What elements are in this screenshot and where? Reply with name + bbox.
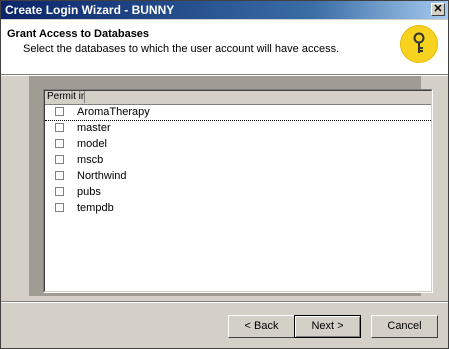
next-button[interactable]: Next >	[294, 315, 361, 338]
database-list[interactable]: Permit in database AromaTherapy master m…	[43, 89, 433, 293]
list-item[interactable]: pubs	[45, 185, 431, 200]
permit-checkbox[interactable]	[55, 155, 64, 164]
permit-checkbox[interactable]	[55, 123, 64, 132]
wizard-window: Create Login Wizard - BUNNY ✕ Grant Acce…	[0, 0, 449, 349]
permit-checkbox[interactable]	[55, 139, 64, 148]
permit-checkbox[interactable]	[55, 187, 64, 196]
list-column-header: Permit in database	[45, 91, 431, 105]
database-name: Northwind	[77, 170, 127, 182]
list-item[interactable]: master	[45, 121, 431, 136]
page-subtitle: Select the databases to which the user a…	[23, 43, 340, 55]
list-item[interactable]: mscb	[45, 153, 431, 168]
database-name: model	[77, 138, 107, 150]
page-title: Grant Access to Databases	[7, 28, 150, 40]
cancel-button[interactable]: Cancel	[371, 315, 438, 338]
close-button[interactable]: ✕	[431, 3, 445, 16]
list-item[interactable]: tempdb	[45, 201, 431, 216]
column-database[interactable]	[85, 91, 432, 103]
database-name: tempdb	[77, 202, 114, 214]
back-button[interactable]: < Back	[228, 315, 295, 338]
permit-checkbox[interactable]	[55, 107, 64, 116]
column-permit[interactable]: Permit in database	[45, 91, 85, 103]
permit-checkbox[interactable]	[55, 203, 64, 212]
database-name: AromaTherapy	[77, 106, 150, 118]
list-item[interactable]: model	[45, 137, 431, 152]
window-title: Create Login Wizard - BUNNY	[5, 3, 175, 17]
permit-checkbox[interactable]	[55, 171, 64, 180]
wizard-header: Grant Access to Databases Select the dat…	[1, 20, 448, 75]
database-name: mscb	[77, 154, 104, 166]
database-name: master	[77, 122, 111, 134]
database-name: pubs	[77, 186, 101, 198]
list-item[interactable]: Northwind	[45, 169, 431, 184]
title-bar[interactable]: Create Login Wizard - BUNNY ✕	[1, 1, 448, 19]
key-icon	[400, 25, 438, 63]
list-item[interactable]: AromaTherapy	[45, 105, 431, 121]
